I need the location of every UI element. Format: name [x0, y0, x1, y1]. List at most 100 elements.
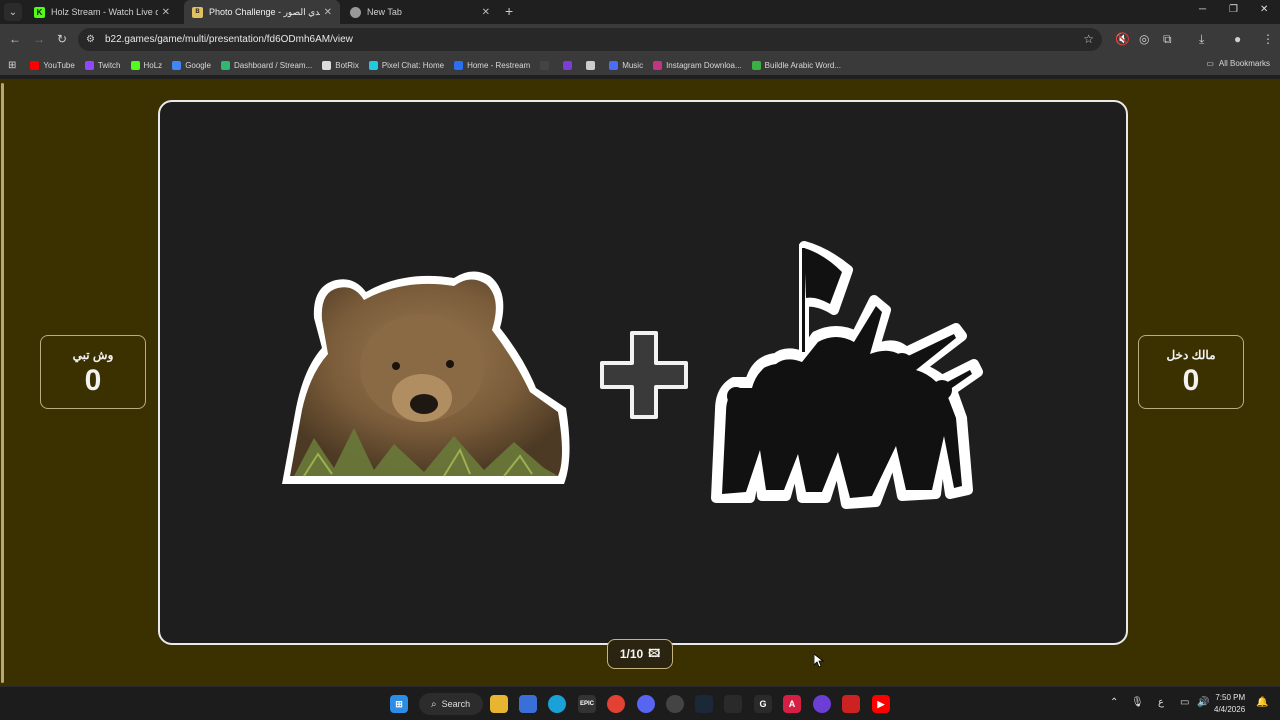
youtube-taskbar-icon[interactable]: ▶ [872, 695, 890, 713]
left-team-name: وش تبي [72, 348, 114, 362]
obs-icon[interactable] [666, 695, 684, 713]
folder-icon: ▭ [1206, 59, 1214, 68]
all-bookmarks-button[interactable]: ▭ All Bookmarks [1206, 59, 1270, 68]
bookmark-favicon-icon [322, 60, 332, 70]
menu-icon[interactable]: ⋮ [1262, 32, 1274, 46]
right-team-name: مالك دخل [1166, 348, 1216, 362]
bookmark-label: Music [622, 60, 644, 70]
bookmark-favicon-icon [84, 60, 94, 70]
left-team-score-card: وش تبي 0 [40, 335, 146, 409]
bookmark-label: Pixel Chat: Home [381, 60, 445, 70]
volume-icon[interactable]: 🔊 [1197, 697, 1209, 708]
brown-bear-image [282, 271, 570, 484]
reload-icon[interactable]: ↻ [57, 32, 67, 46]
bookmark-item[interactable] [563, 60, 576, 70]
bookmark-favicon-icon [454, 60, 464, 70]
bookmark-favicon-icon [368, 60, 378, 70]
tab-title: Photo Challenge - تحدي الصور [209, 6, 320, 17]
taskbar-search[interactable]: ⌕ Search [419, 693, 483, 715]
discord-icon[interactable] [637, 695, 655, 713]
keyboard-icon[interactable] [724, 695, 742, 713]
bookmark-item[interactable] [586, 60, 599, 70]
microphone-icon[interactable]: 🎙 [1131, 697, 1144, 708]
close-icon[interactable]: ✕ [162, 7, 170, 18]
bookmark-favicon-icon [130, 60, 140, 70]
tab-title: Holz Stream - Watch Live on Ki [51, 7, 158, 17]
tab-photo-challenge[interactable]: B Photo Challenge - تحدي الصور ✕ [184, 0, 340, 24]
close-icon[interactable]: ✕ [324, 7, 332, 18]
tab-title: New Tab [367, 7, 402, 17]
file-explorer-icon[interactable] [490, 695, 508, 713]
close-icon[interactable]: ✕ [482, 7, 490, 18]
tab-holz-stream[interactable]: K Holz Stream - Watch Live on Ki ✕ [26, 0, 178, 24]
mute-icon[interactable]: 🔇 [1115, 32, 1130, 46]
bookmark-star-icon[interactable]: ☆ [1083, 32, 1094, 46]
page-scrollbar[interactable] [1, 83, 4, 683]
bookmark-label: YouTube [43, 60, 75, 70]
bookmarks-bar: ⊞ YouTube Twitch HoLz Google Dashboard / Str… [0, 55, 1280, 75]
url-text: b22.games/game/multi/presentation/fd6ODm… [104, 34, 353, 45]
store-icon[interactable] [519, 695, 537, 713]
forward-icon[interactable]: → [33, 32, 45, 46]
address-bar[interactable]: ⚙ b22.games/game/multi/presentation/fd6O… [78, 28, 1102, 51]
tab-search-icon[interactable]: ⌄ [4, 3, 22, 21]
back-icon[interactable]: ← [9, 32, 21, 46]
bookmark-favicon-icon [540, 60, 550, 70]
incognito-icon[interactable]: ◎ [1139, 32, 1149, 46]
bookmark-item[interactable]: YouTube [30, 60, 75, 70]
counter-text: 1/10 [619, 647, 644, 661]
language-indicator[interactable]: ع [1158, 697, 1164, 708]
presentation-stage [158, 100, 1128, 645]
steam-icon[interactable] [695, 695, 713, 713]
bookmark-item[interactable]: Instagram Downloa... [653, 60, 742, 70]
question-counter[interactable]: 1/10 🖾 [607, 639, 673, 669]
bookmark-item[interactable]: HoLz [130, 60, 162, 70]
app-a-icon[interactable]: A [783, 695, 801, 713]
b22-icon: B [192, 6, 203, 18]
bookmark-label: Instagram Downloa... [666, 60, 742, 70]
search-icon: ⌕ [431, 698, 437, 710]
bookmark-favicon-icon [563, 60, 573, 70]
chrome-taskbar-icon[interactable] [607, 695, 625, 713]
left-team-score: 0 [84, 364, 102, 397]
bookmark-item[interactable]: BotRix [322, 60, 359, 70]
bookmark-item[interactable]: Music [609, 60, 644, 70]
restore-icon[interactable]: ❐ [1229, 4, 1238, 15]
game-page: وش تبي 0 مالك دخل 0 1/10 🖾 [0, 79, 1280, 686]
clock[interactable]: 7:50 PM 4/4/2026 [1214, 692, 1245, 716]
notification-icon[interactable]: 🔔 [1256, 697, 1268, 708]
bookmark-label: Home - Restream [467, 60, 531, 70]
browser-toolbar: ← → ↻ ⚙ b22.games/game/multi/presentatio… [0, 24, 1280, 55]
start-icon[interactable]: ⊞ [390, 695, 408, 713]
bookmark-item[interactable]: Dashboard / Stream... [220, 60, 312, 70]
bookmark-item[interactable]: Google [172, 60, 211, 70]
extensions-icon[interactable]: ⧉ [1163, 32, 1172, 47]
right-team-score: 0 [1182, 364, 1200, 397]
edge-icon[interactable] [548, 695, 566, 713]
bookmark-favicon-icon [751, 60, 761, 70]
app-g-icon[interactable]: G [754, 695, 772, 713]
site-info-icon[interactable]: ⚙ [86, 34, 95, 45]
apps-icon[interactable]: ⊞ [8, 60, 16, 71]
close-window-icon[interactable]: ✕ [1260, 4, 1268, 15]
bookmark-item[interactable]: Pixel Chat: Home [368, 60, 445, 70]
image-icon: 🖾 [648, 647, 661, 660]
app-purple-icon[interactable] [813, 695, 831, 713]
bookmark-item[interactable]: Buildle Arabic Word... [751, 60, 842, 70]
tab-strip: ⌄ K Holz Stream - Watch Live on Ki ✕ B P… [0, 0, 1280, 24]
app-red-icon[interactable] [842, 695, 860, 713]
bookmark-label: BotRix [335, 60, 359, 70]
epic-games-icon[interactable]: EPIC [578, 695, 596, 713]
tray-overflow-icon[interactable]: ⌃ [1110, 697, 1118, 708]
bookmark-item[interactable]: Home - Restream [454, 60, 531, 70]
new-tab-button[interactable]: + [505, 3, 513, 19]
downloads-icon[interactable]: ⤓ [1199, 32, 1204, 47]
avatar[interactable]: ● [1234, 32, 1241, 46]
tab-new-tab[interactable]: New Tab ✕ [342, 0, 498, 24]
bookmark-item[interactable] [540, 60, 553, 70]
minimize-icon[interactable]: ─ [1199, 4, 1206, 15]
plus-icon [600, 331, 688, 419]
bookmark-label: Buildle Arabic Word... [764, 60, 842, 70]
network-icon[interactable]: ▭ [1180, 697, 1189, 708]
bookmark-item[interactable]: Twitch [84, 60, 121, 70]
